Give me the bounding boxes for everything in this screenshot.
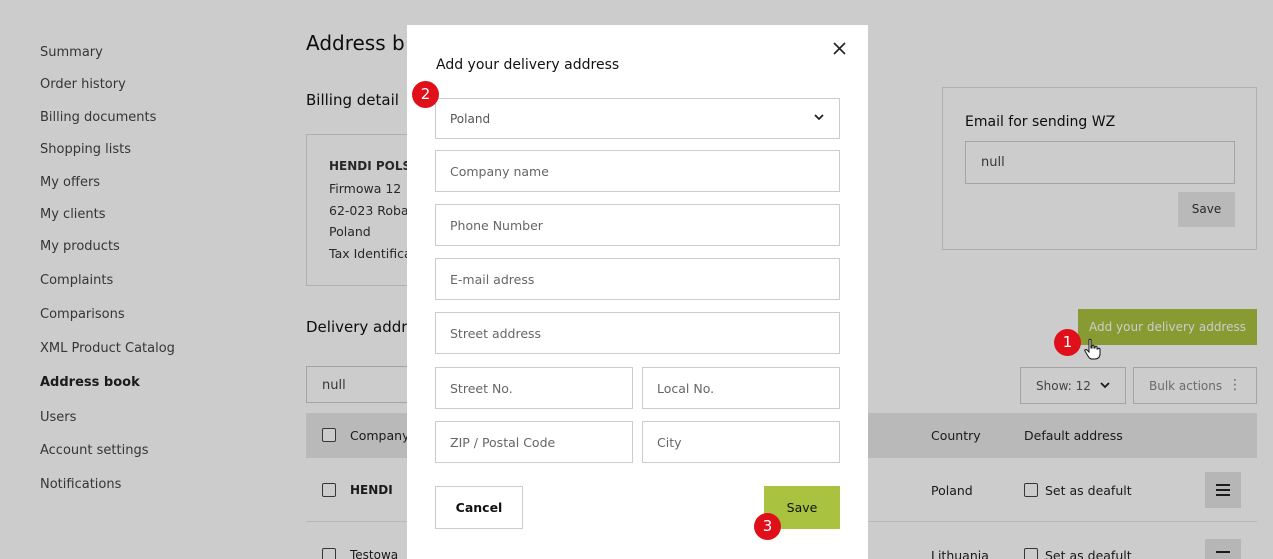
chevron-down-icon bbox=[813, 111, 825, 126]
email-address-field[interactable]: E-mail adress bbox=[435, 258, 840, 300]
step-badge-1: 1 bbox=[1054, 329, 1081, 356]
street-number-field[interactable]: Street No. bbox=[435, 367, 633, 409]
hand-cursor-icon bbox=[1084, 338, 1102, 360]
zip-code-field[interactable]: ZIP / Postal Code bbox=[435, 421, 633, 463]
page: Summary Order history Billing documents … bbox=[0, 0, 1273, 559]
modal-title: Add your delivery address bbox=[436, 57, 620, 73]
step-badge-2: 2 bbox=[412, 81, 439, 108]
country-select[interactable]: Poland bbox=[435, 98, 840, 139]
close-icon[interactable] bbox=[833, 41, 846, 59]
local-number-field[interactable]: Local No. bbox=[642, 367, 840, 409]
cancel-button[interactable]: Cancel bbox=[435, 486, 523, 529]
step-badge-3: 3 bbox=[754, 513, 781, 540]
company-name-field[interactable]: Company name bbox=[435, 150, 840, 192]
phone-number-field[interactable]: Phone Number bbox=[435, 204, 840, 246]
street-address-field[interactable]: Street address bbox=[435, 312, 840, 354]
country-select-value: Poland bbox=[450, 112, 491, 126]
delivery-address-modal: Add your delivery address Poland Company… bbox=[407, 25, 868, 559]
city-field[interactable]: City bbox=[642, 421, 840, 463]
